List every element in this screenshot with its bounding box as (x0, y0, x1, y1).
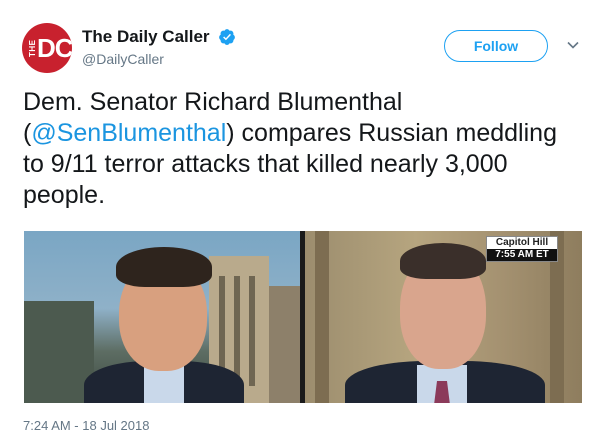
media-left-panel (24, 231, 300, 403)
account-handle[interactable]: @DailyCaller (82, 51, 164, 67)
avatar-text-small: THE (28, 39, 37, 58)
follow-button[interactable]: Follow (444, 30, 548, 62)
broadcast-time: 7:55 AM ET (487, 249, 557, 261)
avatar[interactable]: THE DC (22, 23, 72, 73)
avatar-text-large: DC (37, 33, 72, 63)
media-image[interactable]: Capitol Hill 7:55 AM ET (24, 231, 582, 403)
tweet-card: THE DC The Daily Caller @DailyCaller Fol… (0, 0, 612, 446)
tweet-timestamp[interactable]: 7:24 AM - 18 Jul 2018 (23, 418, 149, 433)
verified-badge-icon (219, 29, 235, 45)
location-label: Capitol Hill (495, 237, 549, 248)
mention-link[interactable]: @SenBlumenthal (31, 119, 226, 147)
tie-shape (434, 381, 450, 403)
location-badge: Capitol Hill 7:55 AM ET (486, 236, 558, 262)
display-name[interactable]: The Daily Caller (82, 27, 210, 47)
media-right-panel: Capitol Hill 7:55 AM ET (305, 231, 582, 403)
chevron-down-icon[interactable] (566, 38, 580, 52)
tweet-text: Dem. Senator Richard Blumenthal (@SenBlu… (23, 87, 583, 211)
